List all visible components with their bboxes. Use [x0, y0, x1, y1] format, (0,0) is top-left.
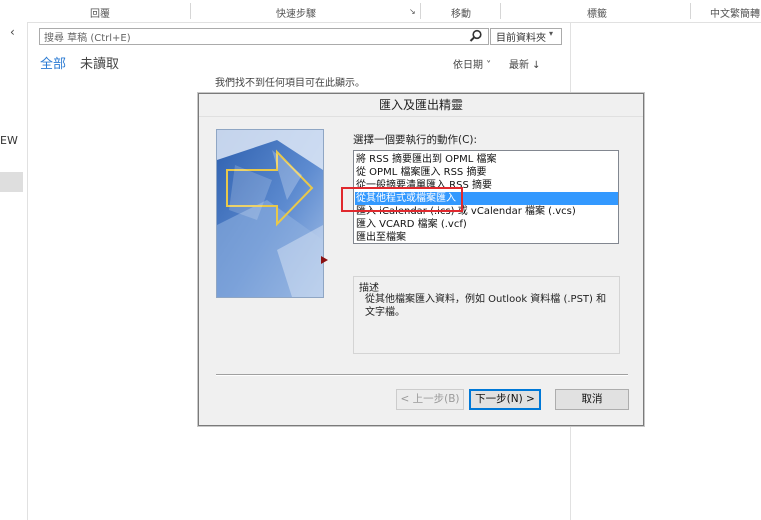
search-icon[interactable]	[468, 28, 484, 44]
wizard-arrow-graphic	[217, 130, 323, 297]
chevron-down-icon[interactable]: ▾	[549, 29, 553, 38]
wizard-illustration	[216, 129, 324, 298]
folder-pane-collapsed	[0, 22, 28, 520]
ribbon-group-quick-steps[interactable]: 快速步驟	[276, 5, 316, 20]
collapse-folder-pane-icon[interactable]: ‹	[10, 25, 15, 39]
ribbon-group-move[interactable]: 移動	[451, 5, 471, 20]
ribbon-separator	[500, 3, 501, 19]
ribbon-group-chinese-conversion[interactable]: 中文繁簡轉	[710, 5, 760, 20]
ribbon-separator	[420, 3, 421, 19]
list-item[interactable]: 匯入 VCARD 檔案 (.vcf)	[355, 218, 618, 231]
search-placeholder: 搜尋 草稿 (Ctrl+E)	[44, 33, 131, 44]
dialog-separator	[216, 374, 628, 376]
ribbon-group-labels	[0, 0, 761, 23]
search-scope-value: 目前資料夾	[496, 33, 546, 44]
next-button[interactable]: 下一步(N) >	[469, 389, 541, 410]
dialog-launcher-icon[interactable]: ↘	[409, 7, 416, 16]
back-button[interactable]: < 上一步(B)	[396, 389, 464, 410]
folder-pane-partial-label: EW	[0, 134, 18, 147]
list-item[interactable]: 匯出至檔案	[355, 231, 618, 243]
description-label: 描述	[359, 283, 379, 294]
list-item[interactable]: 將 RSS 摘要匯出到 OPML 檔案	[355, 153, 618, 166]
filter-unread[interactable]: 未讀取	[80, 53, 119, 72]
import-export-wizard-dialog: 匯入及匯出精靈 選擇一個要執行的動作(C): 將 RSS 摘要匯出到 OPML …	[198, 93, 644, 426]
sort-order-newest[interactable]: 最新 ↓	[509, 56, 541, 71]
ribbon-separator	[190, 3, 191, 19]
list-item[interactable]: 從 OPML 檔案匯入 RSS 摘要	[355, 166, 618, 179]
dialog-title: 匯入及匯出精靈	[199, 94, 643, 117]
folder-pane-selected-item[interactable]	[0, 172, 23, 192]
action-list-label: 選擇一個要執行的動作(C):	[353, 134, 478, 146]
ribbon-group-reply[interactable]: 回覆	[90, 5, 110, 20]
ribbon-separator	[690, 3, 691, 19]
highlight-annotation-box	[341, 187, 463, 212]
pointer-marker	[321, 256, 328, 264]
cancel-button[interactable]: 取消	[555, 389, 629, 410]
filter-all[interactable]: 全部	[40, 53, 66, 72]
empty-list-message: 我們找不到任何項目可在此顯示。	[215, 78, 365, 89]
sort-by-date[interactable]: 依日期 ˅	[453, 56, 491, 71]
description-text: 從其他檔案匯入資料，例如 Outlook 資料檔 (.PST) 和文字檔。	[365, 294, 607, 318]
ribbon-group-tags[interactable]: 標籤	[587, 5, 607, 20]
